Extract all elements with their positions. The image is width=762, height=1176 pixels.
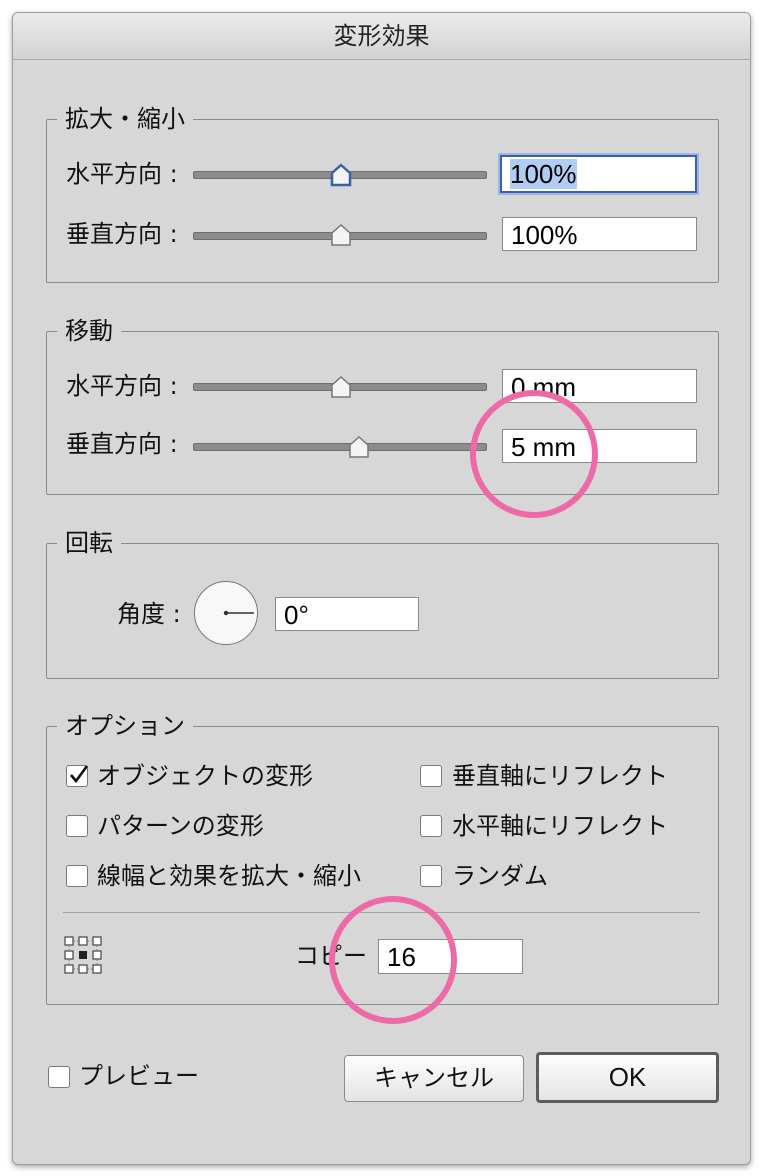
- options-divider: [63, 912, 700, 913]
- ok-button[interactable]: OK: [536, 1052, 719, 1103]
- move-horizontal-input[interactable]: 0 mm: [502, 369, 697, 403]
- move-group: 移動: [46, 314, 719, 495]
- move-vertical-input[interactable]: 5 mm: [502, 429, 697, 463]
- scale-horizontal-value: 100%: [510, 159, 577, 189]
- reflect-x-label: 水平軸にリフレクト: [452, 812, 668, 840]
- copies-input[interactable]: 16: [378, 939, 523, 974]
- preview-label: プレビュー: [79, 1062, 199, 1090]
- options-group-label: オプション: [57, 709, 193, 743]
- dialog-title: 変形効果: [13, 13, 750, 60]
- reflect-y-checkbox[interactable]: [420, 765, 442, 787]
- reflect-y-label: 垂直軸にリフレクト: [452, 762, 668, 790]
- scale-group: 拡大・縮小: [46, 102, 719, 283]
- transform-patterns-label: パターンの変形: [97, 812, 264, 840]
- scale-strokes-checkbox[interactable]: [66, 865, 88, 887]
- rotate-group-label: 回転: [57, 526, 121, 560]
- move-vertical-slider[interactable]: [193, 443, 487, 451]
- angle-dial[interactable]: [194, 581, 258, 645]
- random-label: ランダム: [452, 862, 548, 890]
- copies-label: コピー: [295, 942, 367, 970]
- random-checkbox[interactable]: [420, 865, 442, 887]
- rotate-angle-input[interactable]: 0°: [275, 597, 419, 631]
- preview-checkbox[interactable]: [48, 1066, 70, 1088]
- move-horizontal-label: 水平方向 :: [66, 372, 178, 400]
- scale-group-label: 拡大・縮小: [57, 102, 193, 136]
- reflect-x-checkbox[interactable]: [420, 815, 442, 837]
- rotate-angle-label: 角度 :: [117, 600, 181, 628]
- scale-strokes-label: 線幅と効果を拡大・縮小: [97, 862, 361, 890]
- transform-objects-label: オブジェクトの変形: [97, 762, 313, 790]
- scale-vertical-label: 垂直方向 :: [66, 220, 178, 248]
- move-group-label: 移動: [57, 314, 121, 348]
- scale-vertical-input[interactable]: 100%: [502, 217, 697, 251]
- move-vertical-label: 垂直方向 :: [66, 430, 178, 458]
- transform-objects-checkbox[interactable]: [66, 765, 89, 787]
- transform-patterns-checkbox[interactable]: [66, 815, 88, 837]
- transform-effect-dialog: 変形効果 拡大・縮小 水平方向 : 100% 垂直方向 : 100% 移動 水平…: [12, 12, 751, 1165]
- checkmark-icon: [70, 765, 89, 784]
- reference-point-grid-icon[interactable]: [64, 936, 102, 974]
- cancel-button[interactable]: キャンセル: [344, 1055, 524, 1102]
- scale-horizontal-input[interactable]: 100%: [500, 155, 697, 193]
- scale-horizontal-label: 水平方向 :: [66, 160, 178, 188]
